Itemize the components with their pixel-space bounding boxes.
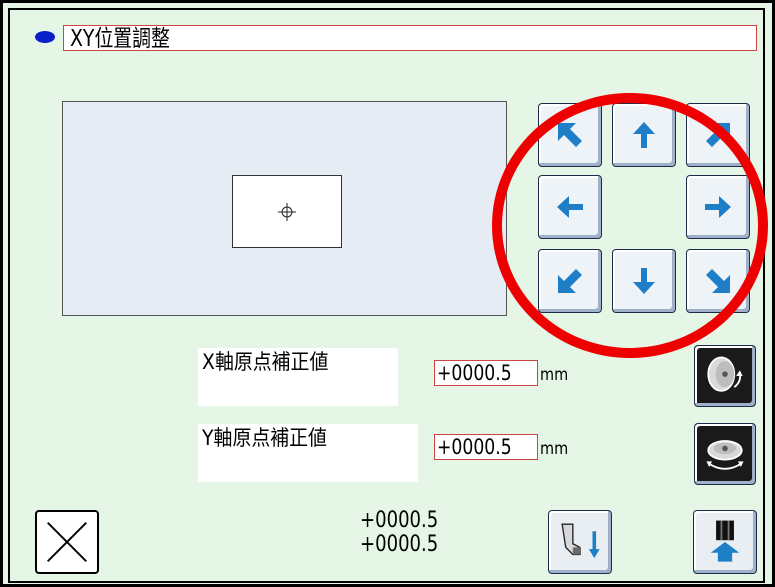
arrow-up-right-icon bbox=[706, 123, 730, 147]
move-up-button[interactable] bbox=[612, 103, 676, 167]
arrow-down-right-icon bbox=[706, 269, 730, 293]
screen: XY位置調整 X軸原点補正値 +0000.5 mm Y軸原点補正値 +0000.… bbox=[0, 0, 775, 587]
arrow-up-left-icon bbox=[558, 123, 582, 147]
close-x-icon bbox=[47, 522, 87, 562]
readout-y: +0000.5 bbox=[360, 532, 439, 557]
needle-up-icon bbox=[710, 520, 740, 562]
presser-move-down-button[interactable] bbox=[548, 510, 612, 574]
move-down-button[interactable] bbox=[612, 249, 676, 313]
y-axis-value-field[interactable]: +0000.5 bbox=[434, 434, 538, 460]
y-dial-button[interactable] bbox=[694, 423, 756, 485]
move-down-left-button[interactable] bbox=[538, 249, 602, 313]
arrow-up-icon bbox=[633, 122, 655, 148]
page-title: XY位置調整 bbox=[70, 26, 170, 52]
origin-marker-box bbox=[232, 175, 342, 248]
x-axis-value-field[interactable]: +0000.5 bbox=[434, 360, 538, 386]
x-axis-label-box: X軸原点補正値 bbox=[198, 348, 398, 406]
move-left-button[interactable] bbox=[538, 175, 602, 239]
y-axis-label: Y軸原点補正値 bbox=[202, 426, 327, 450]
move-up-left-button[interactable] bbox=[538, 103, 602, 167]
close-button[interactable] bbox=[35, 510, 99, 574]
arrow-down-icon bbox=[633, 268, 655, 294]
crosshair-icon bbox=[278, 203, 296, 221]
y-axis-label-box: Y軸原点補正値 bbox=[198, 424, 418, 482]
x-axis-unit: mm bbox=[540, 365, 569, 385]
position-readout: +0000.5 +0000.5 bbox=[360, 509, 460, 557]
move-up-right-button[interactable] bbox=[686, 103, 750, 167]
confirm-button[interactable] bbox=[693, 510, 757, 574]
move-down-right-button[interactable] bbox=[686, 249, 750, 313]
x-axis-label: X軸原点補正値 bbox=[202, 350, 329, 374]
y-axis-unit: mm bbox=[540, 439, 569, 459]
title-bar: XY位置調整 bbox=[63, 25, 757, 52]
move-right-button[interactable] bbox=[686, 175, 750, 239]
readout-x: +0000.5 bbox=[360, 508, 439, 533]
title-indicator-dot bbox=[35, 31, 55, 43]
x-dial-icon bbox=[707, 356, 743, 392]
arrow-left-icon bbox=[557, 196, 583, 218]
x-dial-button[interactable] bbox=[694, 345, 756, 407]
arrow-right-icon bbox=[705, 196, 731, 218]
y-dial-icon bbox=[706, 440, 744, 470]
arrow-down-left-icon bbox=[558, 269, 582, 293]
presser-move-down-icon bbox=[561, 523, 600, 559]
